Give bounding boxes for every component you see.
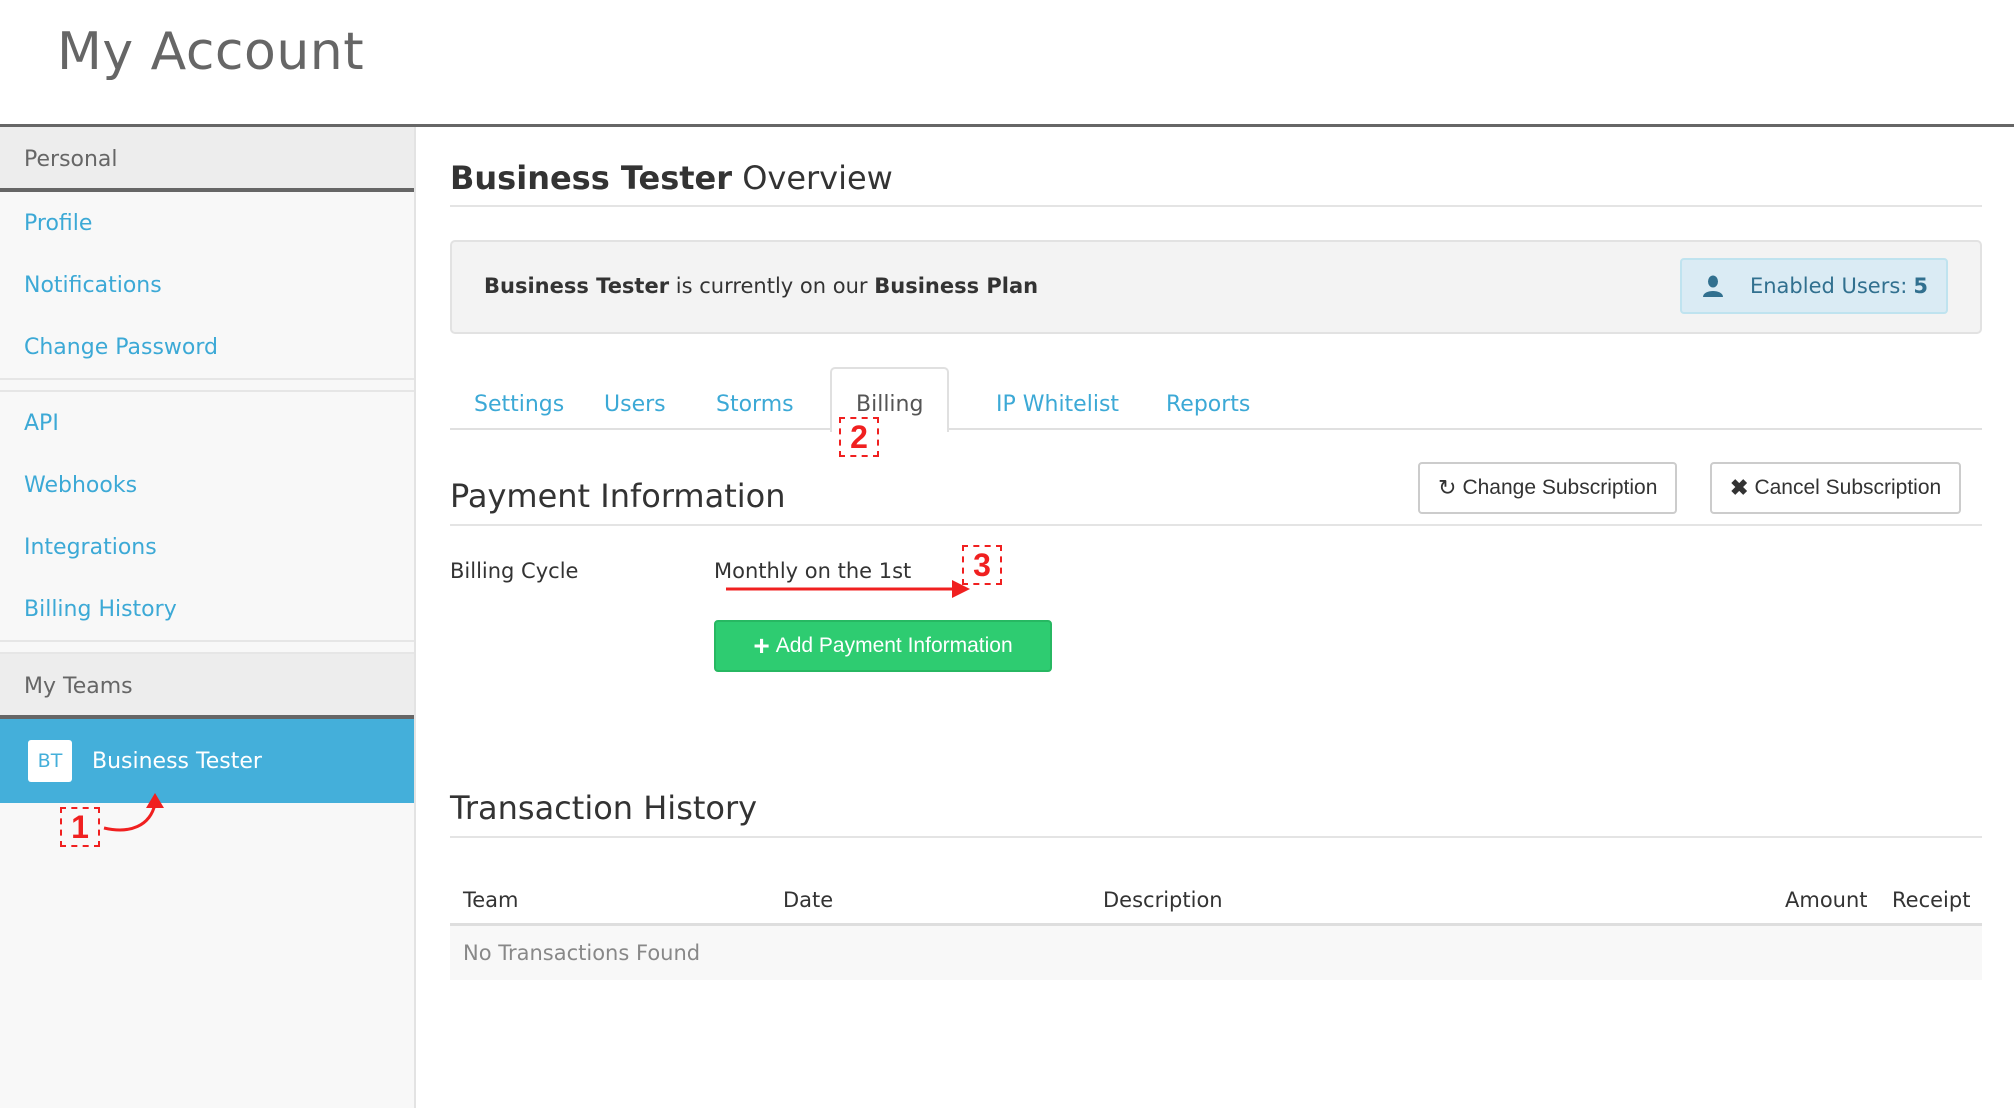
sidebar-heading-personal: Personal [0, 127, 414, 192]
sidebar-divider [0, 640, 414, 654]
page-title: My Account [57, 22, 365, 82]
annotation-marker-2: 2 [839, 417, 879, 457]
column-header-amount[interactable]: Amount [1785, 888, 1868, 912]
transaction-divider [450, 836, 1982, 838]
transaction-table: Team Date Description Amount Receipt No … [450, 874, 1982, 980]
tab-storms[interactable]: Storms [692, 377, 818, 432]
overview-title-suffix: Overview [742, 159, 893, 197]
tab-reports[interactable]: Reports [1142, 377, 1274, 432]
change-subscription-button[interactable]: ↻ Change Subscription [1418, 462, 1678, 514]
annotation-arrow-icon [726, 580, 970, 598]
payment-heading: Payment Information [450, 477, 786, 515]
annotation-number: 2 [850, 418, 868, 455]
annotation-arrow-icon [103, 793, 164, 832]
enabled-users-count: 5 [1913, 274, 1928, 298]
column-header-receipt[interactable]: Receipt [1892, 888, 1970, 912]
empty-message: No Transactions Found [463, 941, 701, 965]
sidebar-item-api[interactable]: API [0, 392, 414, 454]
plan-text: Business Tester is currently on our Busi… [484, 274, 1038, 298]
payment-divider [450, 524, 1982, 526]
add-payment-label: Add Payment Information [775, 634, 1013, 657]
sidebar-divider [0, 378, 414, 392]
enabled-users-badge: Enabled Users: 5 [1679, 258, 1948, 314]
refresh-icon: ↻ [1438, 475, 1457, 500]
annotation-marker-1: 1 [60, 807, 100, 847]
plan-name: Business Plan [874, 274, 1039, 298]
column-header-team[interactable]: Team [463, 888, 519, 912]
sidebar-item-webhooks[interactable]: Webhooks [0, 454, 414, 516]
sidebar-item-billing-history[interactable]: Billing History [0, 578, 414, 640]
team-avatar: BT [28, 740, 72, 782]
change-subscription-label: Change Subscription [1462, 476, 1658, 499]
user-icon [1702, 275, 1723, 297]
team-name: Business Tester [92, 748, 262, 774]
plus-icon: + [753, 630, 770, 661]
tab-ip-whitelist[interactable]: IP Whitelist [972, 377, 1143, 432]
sidebar-item-change-password[interactable]: Change Password [0, 316, 414, 378]
title-divider [450, 205, 1982, 207]
transaction-history-heading: Transaction History [450, 789, 758, 827]
cancel-subscription-label: Cancel Subscription [1754, 476, 1942, 499]
cancel-subscription-button[interactable]: ✖ Cancel Subscription [1710, 462, 1962, 514]
annotation-number: 3 [973, 546, 991, 583]
sidebar-item-integrations[interactable]: Integrations [0, 516, 414, 578]
tab-users[interactable]: Users [580, 377, 690, 432]
page-header: My Account [0, 0, 2014, 127]
table-row: No Transactions Found [450, 926, 1982, 980]
sidebar: Personal Profile Notifications Change Pa… [0, 127, 416, 1108]
sidebar-item-profile[interactable]: Profile [0, 192, 414, 254]
sidebar-team-business-tester[interactable]: BT Business Tester [0, 719, 414, 803]
table-header: Team Date Description Amount Receipt [450, 874, 1982, 926]
column-header-description[interactable]: Description [1103, 888, 1223, 912]
plan-text-middle: is currently on our [675, 274, 868, 298]
annotation-number: 1 [71, 808, 89, 845]
sidebar-item-notifications[interactable]: Notifications [0, 254, 414, 316]
tab-bar: Settings Users Storms Billing IP Whiteli… [450, 367, 1982, 432]
billing-cycle-label: Billing Cycle [450, 559, 579, 583]
tab-settings[interactable]: Settings [450, 377, 588, 432]
add-payment-information-button[interactable]: + Add Payment Information [714, 620, 1052, 672]
plan-panel: Business Tester is currently on our Busi… [450, 240, 1982, 334]
column-header-date[interactable]: Date [783, 888, 833, 912]
annotation-marker-3: 3 [962, 545, 1002, 585]
enabled-users-label: Enabled Users: [1749, 274, 1908, 298]
overview-title: Business Tester Overview [450, 159, 893, 197]
close-icon: ✖ [1730, 475, 1749, 500]
overview-team-name: Business Tester [450, 159, 733, 197]
plan-team-name: Business Tester [484, 274, 670, 298]
sidebar-heading-my-teams: My Teams [0, 654, 414, 719]
